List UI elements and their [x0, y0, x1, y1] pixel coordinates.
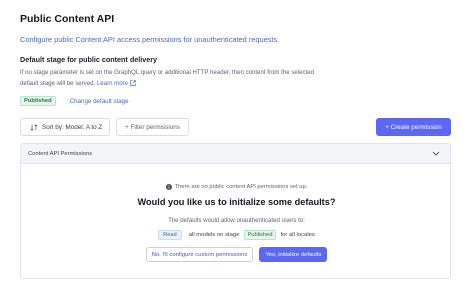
sort-button[interactable]: Sort by: Model: A to Z [20, 118, 110, 136]
sort-icon [30, 123, 38, 131]
filter-label: + Filter permissions [125, 123, 180, 131]
default-stage-row: Published Change default stage [20, 96, 129, 106]
page-title: Public Content API [20, 13, 115, 25]
default-stage-description: If no stage parameter is set on the Grap… [20, 68, 320, 89]
create-label: + Create permission [385, 123, 442, 131]
notice-text: There are no public content API permissi… [174, 184, 308, 190]
panel-header-label: Content API Permissions [28, 150, 93, 157]
default-permission-summary: Read all models on stage Published for a… [21, 230, 452, 240]
read-badge: Read [158, 230, 182, 240]
perm-locales-text: for all locales [280, 232, 315, 238]
permissions-panel: Content API Permissions There are no pub… [20, 143, 451, 279]
default-stage-title: Default stage for public content deliver… [20, 55, 157, 64]
learn-more-link[interactable]: Learn more [97, 80, 136, 87]
empty-notice: There are no public content API permissi… [21, 184, 452, 190]
panel-header[interactable]: Content API Permissions [21, 144, 450, 164]
perm-models-text: all models on stage [188, 232, 240, 238]
learn-more-label: Learn more [96, 79, 129, 87]
external-link-icon [130, 80, 136, 86]
default-stage-description-text: If no stage parameter is set on the Grap… [20, 69, 315, 87]
create-permission-button[interactable]: + Create permission [376, 118, 451, 136]
change-default-stage-link[interactable]: Change default stage [70, 98, 129, 105]
sort-label: Sort by: Model: A to Z [42, 123, 103, 131]
info-icon [165, 184, 172, 190]
filter-permissions-button[interactable]: + Filter permissions [116, 118, 189, 136]
initialize-defaults-button[interactable]: Yes, initialize defaults [259, 247, 328, 262]
configure-custom-button[interactable]: No, I'll configure custom permissions [145, 247, 254, 262]
page-subtitle: Configure public Content API access perm… [20, 35, 280, 44]
chevron-down-icon[interactable] [432, 151, 440, 156]
init-actions: No, I'll configure custom permissions Ye… [21, 247, 452, 262]
stage-badge: Published [20, 96, 56, 106]
allow-text: The defaults would allow unauthenticated… [168, 217, 305, 224]
init-question: Would you like us to initialize some def… [137, 197, 336, 207]
perm-stage-badge: Published [243, 230, 277, 240]
